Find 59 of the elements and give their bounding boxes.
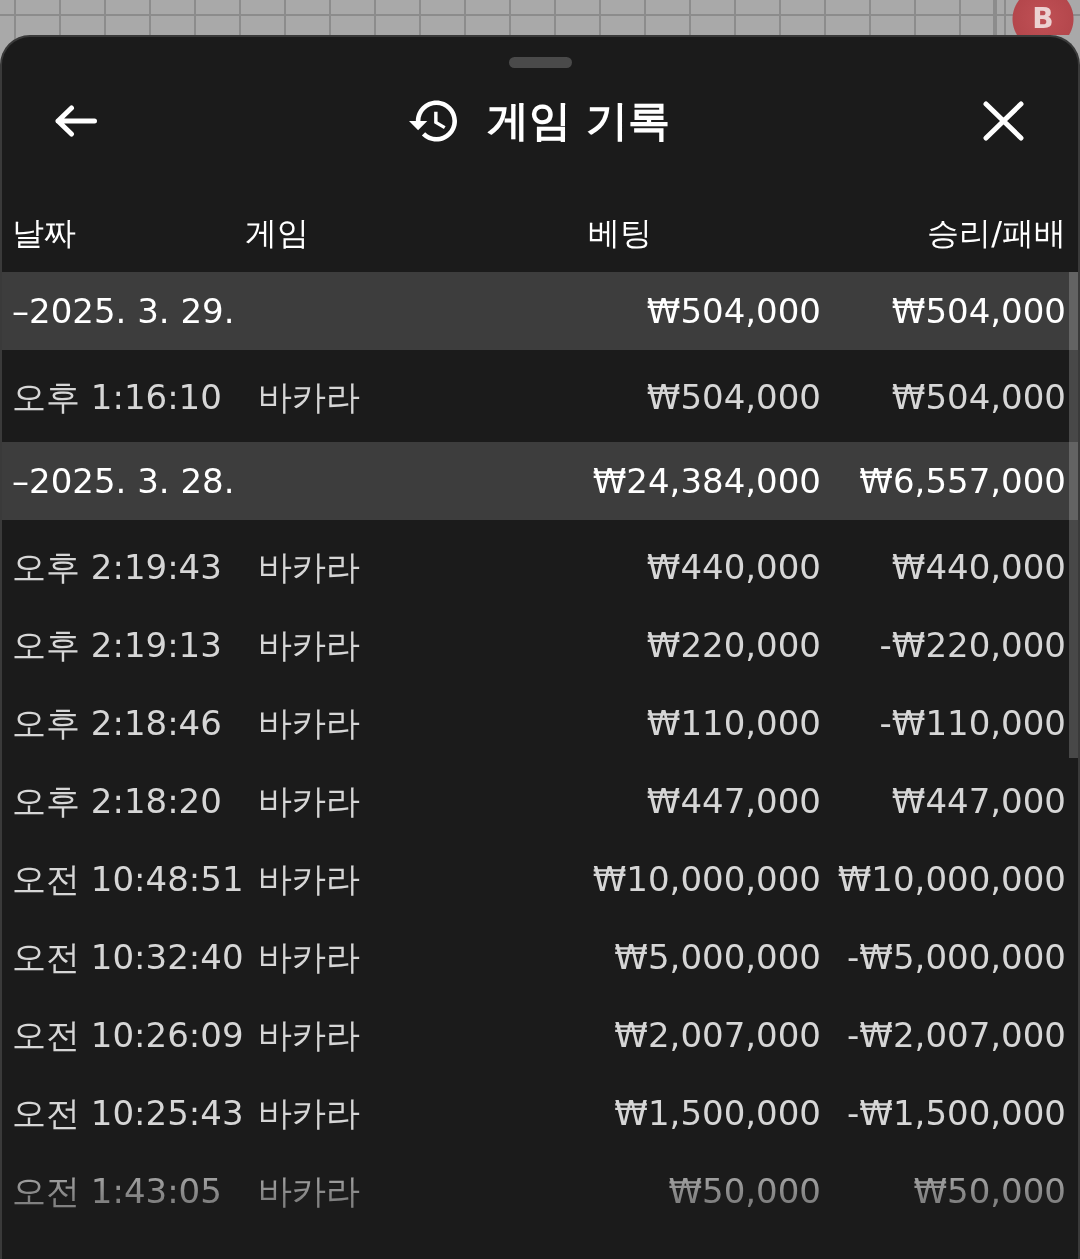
time-cell: 오전 10:26:09 bbox=[12, 1014, 244, 1056]
bet-cell: ₩10,000,000 bbox=[592, 858, 821, 900]
bet-cell: ₩220,000 bbox=[646, 624, 821, 666]
bet-column-header: 베팅 bbox=[587, 213, 652, 253]
bet-cell: ₩5,000,000 bbox=[614, 936, 821, 978]
game-cell: 바카라 bbox=[258, 1014, 360, 1056]
group-date: –2025. 3. 28. bbox=[12, 460, 235, 502]
time-cell: 오전 10:25:43 bbox=[12, 1092, 244, 1134]
game-cell: 바카라 bbox=[258, 702, 360, 744]
group-result-total: ₩504,000 bbox=[891, 290, 1066, 332]
result-cell: -₩2,007,000 bbox=[847, 1014, 1066, 1056]
bet-cell: ₩1,500,000 bbox=[614, 1092, 821, 1134]
game-cell: 바카라 bbox=[258, 780, 360, 822]
result-cell: ₩10,000,000 bbox=[837, 858, 1066, 900]
time-cell: 오전 1:43:05 bbox=[12, 1170, 222, 1212]
close-icon[interactable] bbox=[983, 101, 1024, 141]
game-cell: 바카라 bbox=[258, 936, 360, 978]
time-cell: 오전 10:32:40 bbox=[12, 936, 244, 978]
scrollbar-thumb[interactable] bbox=[1069, 272, 1078, 758]
letter-marker: B bbox=[1011, 0, 1075, 35]
drag-handle[interactable] bbox=[508, 57, 572, 68]
bet-cell: ₩2,007,000 bbox=[614, 1014, 821, 1056]
result-cell: -₩1,500,000 bbox=[847, 1092, 1066, 1134]
history-icon bbox=[409, 100, 458, 142]
time-cell: 오후 2:18:46 bbox=[12, 702, 222, 744]
date-column-header: 날짜 bbox=[12, 213, 76, 253]
bet-cell: ₩447,000 bbox=[646, 780, 821, 822]
result-cell: -₩110,000 bbox=[879, 702, 1066, 744]
game-cell: 바카라 bbox=[258, 1170, 360, 1212]
game-cell: 바카라 bbox=[258, 376, 360, 418]
sheet-title: 게임 기록 bbox=[487, 95, 670, 147]
time-cell: 오후 1:16:10 bbox=[12, 376, 222, 418]
back-arrow-icon[interactable] bbox=[55, 105, 97, 137]
group-bet-total: ₩504,000 bbox=[646, 290, 821, 332]
bet-cell: ₩504,000 bbox=[646, 376, 821, 418]
group-result-total: ₩6,557,000 bbox=[859, 460, 1066, 502]
result-cell: ₩440,000 bbox=[891, 546, 1066, 588]
game-cell: 바카라 bbox=[258, 624, 360, 666]
result-cell: ₩504,000 bbox=[891, 376, 1066, 418]
group-bet-total: ₩24,384,000 bbox=[592, 460, 821, 502]
time-cell: 오후 2:18:20 bbox=[12, 780, 222, 822]
result-cell: ₩50,000 bbox=[913, 1170, 1066, 1212]
date-group-row[interactable]: –2025. 3. 28. ₩24,384,000 ₩6,557,000 bbox=[2, 442, 1078, 520]
game-column-header: 게임 bbox=[245, 213, 309, 253]
time-cell: 오후 2:19:13 bbox=[12, 624, 222, 666]
result-cell: -₩220,000 bbox=[879, 624, 1066, 666]
game-cell: 바카라 bbox=[258, 1092, 360, 1134]
bet-cell: ₩110,000 bbox=[646, 702, 821, 744]
result-cell: ₩447,000 bbox=[891, 780, 1066, 822]
bet-cell: ₩50,000 bbox=[668, 1170, 821, 1212]
group-date: –2025. 3. 29. bbox=[12, 290, 235, 332]
bet-cell: ₩440,000 bbox=[646, 546, 821, 588]
result-column-header: 승리/패배 bbox=[927, 213, 1066, 253]
game-cell: 바카라 bbox=[258, 858, 360, 900]
result-cell: -₩5,000,000 bbox=[847, 936, 1066, 978]
time-cell: 오전 10:48:51 bbox=[12, 858, 244, 900]
game-cell: 바카라 bbox=[258, 546, 360, 588]
date-group-row[interactable]: –2025. 3. 29. ₩504,000 ₩504,000 bbox=[2, 272, 1078, 350]
time-cell: 오후 2:19:43 bbox=[12, 546, 222, 588]
